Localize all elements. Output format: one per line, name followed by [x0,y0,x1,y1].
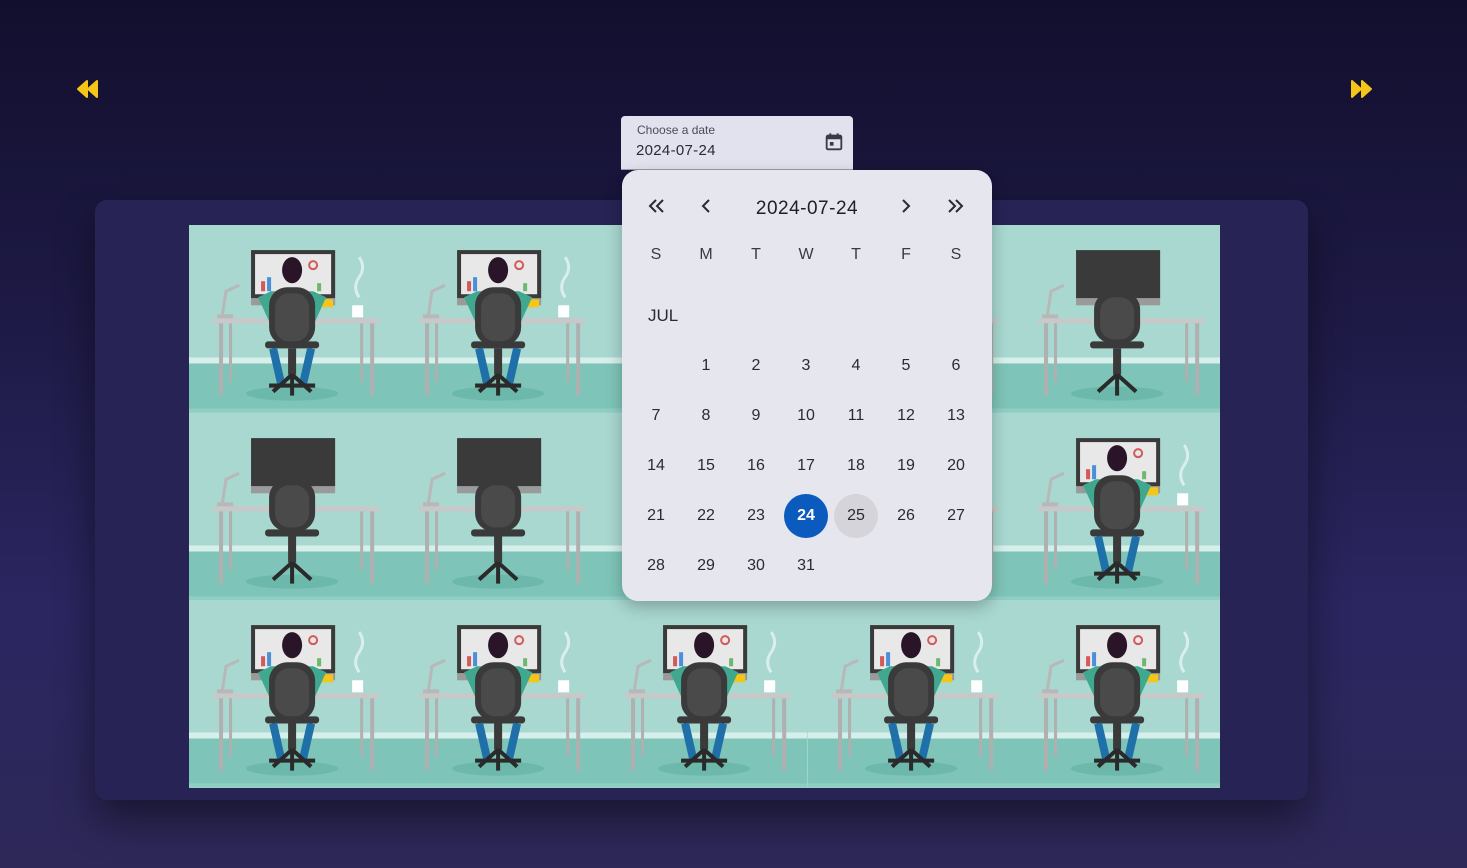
date-field[interactable]: Choose a date 2024-07-24 [621,116,853,170]
weekday-header: S [950,246,962,263]
month-label: JUL [648,306,679,325]
next-month-button[interactable] [892,192,920,220]
calendar-day[interactable]: 15 [684,444,728,488]
desk-occupied [189,600,396,788]
calendar-toggle-button[interactable] [823,131,845,153]
fast-rewind-icon [77,80,98,98]
calendar-popup: 2024-07-24 JUL S M T W T F S 1 2 3 4 5 6 7 8 9 10 11 12 13 1… [622,170,992,601]
desk-empty [189,412,396,601]
calendar-day[interactable]: 4 [834,344,878,388]
calendar-day[interactable]: 18 [834,444,878,488]
calendar-day[interactable]: 1 [684,344,728,388]
chevron-right-icon [902,199,911,213]
calendar-day[interactable]: 7 [634,394,678,438]
empty-desk-icon [189,412,396,601]
person-at-desk-icon [189,225,396,413]
calendar-day[interactable]: 30 [734,544,778,588]
calendar-day[interactable]: 22 [684,494,728,538]
calendar-day[interactable]: 11 [834,394,878,438]
calendar-day[interactable]: 29 [684,544,728,588]
desk-empty [1013,225,1220,413]
person-at-desk-icon [395,600,602,788]
calendar-day[interactable]: 13 [934,394,978,438]
desk-occupied [395,225,602,413]
weekday-header: F [901,246,911,263]
calendar-icon [825,133,843,151]
weekday-header: T [851,246,861,263]
calendar-day[interactable]: 10 [784,394,828,438]
calendar-day[interactable]: 17 [784,444,828,488]
calendar-day[interactable]: 12 [884,394,928,438]
calendar-day[interactable]: 14 [634,444,678,488]
date-field-value[interactable]: 2024-07-24 [636,142,716,159]
person-at-desk-icon [189,600,396,788]
desk-occupied [1013,412,1220,601]
person-at-desk-icon [1013,412,1220,601]
weekday-header: S [650,246,662,263]
previous-button[interactable] [76,79,100,99]
desk-occupied [395,600,602,788]
calendar-day[interactable]: 2 [734,344,778,388]
weekday-header: T [751,246,761,263]
empty-desk-icon [395,412,602,601]
next-year-button[interactable] [942,192,970,220]
calendar-day[interactable]: 25 [834,494,878,538]
date-field-label: Choose a date [637,123,716,137]
double-chevron-right-icon [948,199,964,213]
desk-occupied [1013,600,1220,788]
calendar-day[interactable]: 27 [934,494,978,538]
person-at-desk-icon [807,600,1014,788]
weekday-header: W [798,246,814,263]
calendar-day[interactable]: 31 [784,544,828,588]
desk-empty [395,412,602,601]
calendar-day[interactable]: 19 [884,444,928,488]
calendar-day[interactable]: 5 [884,344,928,388]
desk-occupied [807,600,1014,788]
calendar-day[interactable]: 26 [884,494,928,538]
calendar-day-selected[interactable]: 24 [784,494,828,538]
desk-occupied [601,600,808,788]
calendar-day[interactable]: 8 [684,394,728,438]
calendar-title[interactable]: 2024-07-24 [622,198,992,220]
weekday-header: M [699,246,713,263]
person-at-desk-icon [601,600,808,788]
calendar-day[interactable]: 21 [634,494,678,538]
person-at-desk-icon [1013,600,1220,788]
calendar-day[interactable]: 28 [634,544,678,588]
calendar-day[interactable]: 3 [784,344,828,388]
desk-occupied [189,225,396,413]
fast-forward-icon [1351,80,1372,98]
calendar-day[interactable]: 23 [734,494,778,538]
calendar-day[interactable]: 16 [734,444,778,488]
next-button[interactable] [1349,79,1373,99]
empty-desk-icon [1013,225,1220,413]
calendar-day[interactable]: 9 [734,394,778,438]
person-at-desk-icon [395,225,602,413]
calendar-day[interactable]: 20 [934,444,978,488]
calendar-day[interactable]: 6 [934,344,978,388]
